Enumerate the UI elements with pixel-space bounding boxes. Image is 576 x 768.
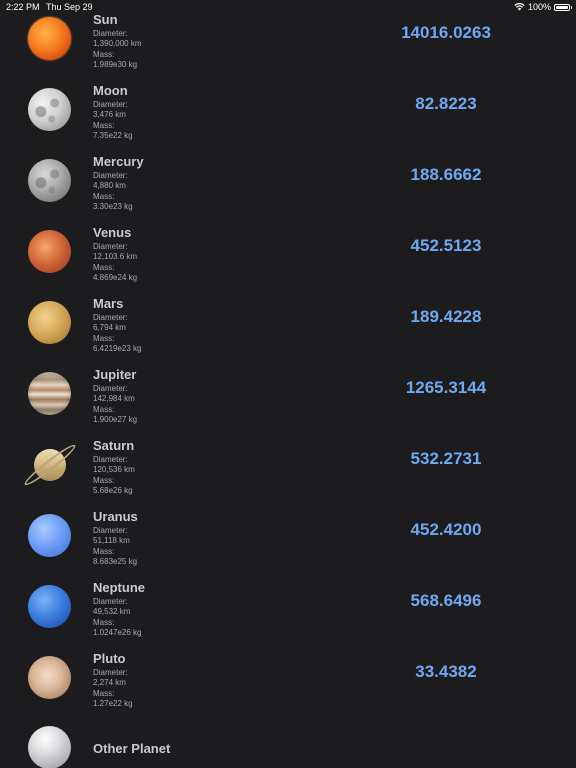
diameter-label: Diameter: xyxy=(93,171,128,180)
mass-label: Mass: xyxy=(93,617,115,627)
list-item-mars[interactable]: Mars Diameter: 6,794 km Mass: 6.4219e23 … xyxy=(0,296,576,367)
mass-label: Mass: xyxy=(93,262,115,272)
list-item-pluto[interactable]: Pluto Diameter: 2,274 km Mass: 1.27e22 k… xyxy=(0,651,576,722)
diameter-value: 142,984 km xyxy=(93,394,135,404)
mass-value: 8.683e25 kg xyxy=(93,556,138,566)
diameter-value: 1,390,000 km xyxy=(93,39,142,49)
mass-value: 4.869e24 kg xyxy=(93,272,138,282)
mass-value: 6.4219e23 kg xyxy=(93,343,142,353)
diameter-label: Diameter: xyxy=(93,597,128,606)
planet-name: Saturn xyxy=(93,438,135,453)
other-planet-icon xyxy=(28,726,71,768)
diameter-label: Diameter: xyxy=(93,668,128,677)
planet-value: 532.2731 xyxy=(410,449,482,468)
planet-name: Uranus xyxy=(93,509,138,524)
planet-name: Moon xyxy=(93,83,128,98)
list-item-neptune[interactable]: Neptune Diameter: 49,532 km Mass: 1.0247… xyxy=(0,580,576,651)
diameter-value: 6,794 km xyxy=(93,323,126,333)
planet-details: Diameter: 49,532 km Mass: 1.0247e26 kg xyxy=(93,597,142,638)
planet-name: Jupiter xyxy=(93,367,137,382)
mass-label: Mass: xyxy=(93,688,115,698)
planet-name: Mars xyxy=(93,296,124,311)
planet-value: 1265.3144 xyxy=(405,378,487,397)
planet-value: 188.6662 xyxy=(410,165,482,184)
sun-icon xyxy=(28,17,71,60)
uranus-icon xyxy=(28,514,71,557)
list-item-other-planet[interactable]: Other Planet xyxy=(0,722,576,768)
mass-value: 1.989e30 kg xyxy=(93,59,138,69)
moon-icon xyxy=(28,88,71,131)
planet-list: Sun Diameter: 1,390,000 km Mass: 1.989e3… xyxy=(0,0,576,768)
mass-value: 1.0247e26 kg xyxy=(93,627,142,637)
diameter-label: Diameter: xyxy=(93,384,128,393)
planet-details: Diameter: 6,794 km Mass: 6.4219e23 kg xyxy=(93,313,142,354)
planet-name: Sun xyxy=(93,12,118,27)
diameter-value: 4,880 km xyxy=(93,181,126,191)
mass-label: Mass: xyxy=(93,333,115,343)
mass-label: Mass: xyxy=(93,475,115,485)
diameter-label: Diameter: xyxy=(93,100,128,109)
planet-value: 14016.0263 xyxy=(401,23,491,42)
planet-value: 189.4228 xyxy=(410,307,482,326)
mass-value: 1.900e27 kg xyxy=(93,414,138,424)
mass-label: Mass: xyxy=(93,546,115,556)
planet-name: Other Planet xyxy=(93,741,171,756)
planet-value: 568.6496 xyxy=(410,591,482,610)
list-item-venus[interactable]: Venus Diameter: 12,103.6 km Mass: 4.869e… xyxy=(0,225,576,296)
planet-name: Venus xyxy=(93,225,132,240)
jupiter-icon xyxy=(28,372,71,415)
planet-name: Neptune xyxy=(93,580,145,595)
list-item-mercury[interactable]: Mercury Diameter: 4,880 km Mass: 3.30e23… xyxy=(0,154,576,225)
planet-value: 33.4382 xyxy=(415,662,477,681)
diameter-label: Diameter: xyxy=(93,313,128,322)
pluto-icon xyxy=(28,656,71,699)
list-item-sun[interactable]: Sun Diameter: 1,390,000 km Mass: 1.989e3… xyxy=(0,12,576,83)
planet-details: Diameter: 120,536 km Mass: 5.68e26 kg xyxy=(93,455,135,496)
planet-value: 82.8223 xyxy=(415,94,477,113)
list-item-saturn[interactable]: Saturn Diameter: 120,536 km Mass: 5.68e2… xyxy=(0,438,576,509)
diameter-value: 12,103.6 km xyxy=(93,252,138,262)
mass-value: 5.68e26 kg xyxy=(93,485,133,495)
list-item-moon[interactable]: Moon Diameter: 3,476 km Mass: 7.35e22 kg… xyxy=(0,83,576,154)
planet-details: Diameter: 4,880 km Mass: 3.30e23 kg xyxy=(93,171,133,212)
mercury-icon xyxy=(28,159,71,202)
mass-value: 1.27e22 kg xyxy=(93,698,133,708)
planet-name: Mercury xyxy=(93,154,144,169)
diameter-value: 3,476 km xyxy=(93,110,126,120)
diameter-value: 49,532 km xyxy=(93,607,131,617)
diameter-label: Diameter: xyxy=(93,455,128,464)
diameter-value: 2,274 km xyxy=(93,678,126,688)
diameter-label: Diameter: xyxy=(93,526,128,535)
list-item-uranus[interactable]: Uranus Diameter: 51,118 km Mass: 8.683e2… xyxy=(0,509,576,580)
mass-value: 3.30e23 kg xyxy=(93,201,133,211)
planet-name: Pluto xyxy=(93,651,126,666)
mass-label: Mass: xyxy=(93,404,115,414)
mass-label: Mass: xyxy=(93,191,115,201)
neptune-icon xyxy=(28,585,71,628)
list-item-jupiter[interactable]: Jupiter Diameter: 142,984 km Mass: 1.900… xyxy=(0,367,576,438)
planet-details: Diameter: 1,390,000 km Mass: 1.989e30 kg xyxy=(93,29,141,70)
diameter-value: 120,536 km xyxy=(93,465,135,475)
planet-details: Diameter: 51,118 km Mass: 8.683e25 kg xyxy=(93,526,137,567)
diameter-label: Diameter: xyxy=(93,29,128,38)
diameter-label: Diameter: xyxy=(93,242,128,251)
planet-value: 452.4200 xyxy=(410,520,482,539)
planet-details: Diameter: 12,103.6 km Mass: 4.869e24 kg xyxy=(93,242,137,283)
mass-value: 7.35e22 kg xyxy=(93,130,133,140)
mass-label: Mass: xyxy=(93,49,115,59)
planet-value: 452.5123 xyxy=(410,236,482,255)
diameter-value: 51,118 km xyxy=(93,536,130,546)
planet-details: Diameter: 142,984 km Mass: 1.900e27 kg xyxy=(93,384,137,425)
planet-details: Diameter: 3,476 km Mass: 7.35e22 kg xyxy=(93,100,133,141)
mass-label: Mass: xyxy=(93,120,115,130)
venus-icon xyxy=(28,230,71,273)
mars-icon xyxy=(28,301,71,344)
saturn-icon xyxy=(18,440,82,490)
planet-details: Diameter: 2,274 km Mass: 1.27e22 kg xyxy=(93,668,133,709)
